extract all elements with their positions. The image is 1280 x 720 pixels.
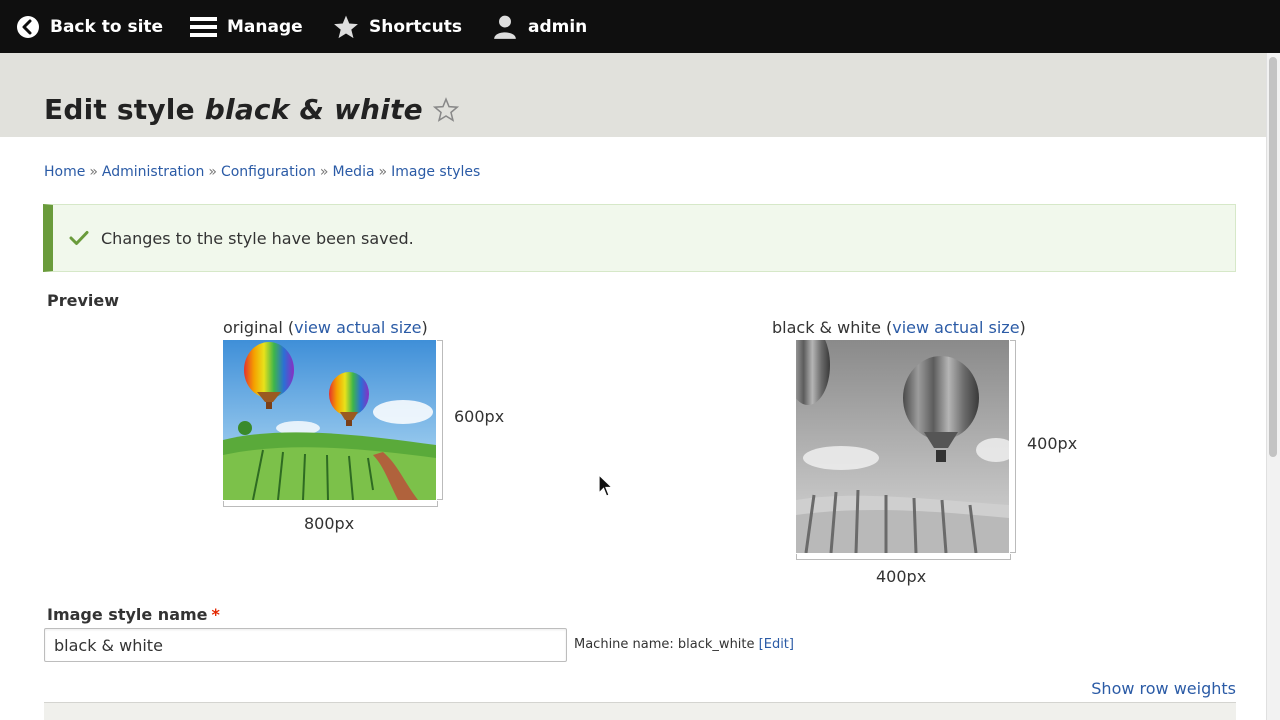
breadcrumb-separator: »	[319, 164, 329, 180]
machine-name: Machine name: black_white [Edit]	[574, 637, 794, 652]
breadcrumb-separator: »	[208, 164, 217, 180]
page-title: Edit style black & white	[44, 93, 459, 126]
original-width-bracket	[223, 501, 438, 507]
image-style-name-label: Image style name *	[47, 605, 220, 624]
breadcrumb-configuration[interactable]: Configuration	[221, 164, 316, 180]
image-style-name-input[interactable]	[44, 628, 567, 662]
breadcrumb-separator: »	[89, 164, 98, 180]
original-height-bracket	[437, 340, 443, 500]
derivative-width-label: 400px	[876, 567, 927, 586]
derivative-caption-text: black & white	[772, 318, 881, 337]
page-title-style-name: black & white	[204, 93, 423, 126]
machine-name-text: Machine name: black_white	[574, 637, 755, 652]
star-icon	[333, 14, 359, 40]
required-marker: *	[211, 605, 220, 624]
original-caption-text: original	[223, 318, 283, 337]
status-message-text: Changes to the style have been saved.	[101, 228, 414, 248]
breadcrumb-separator: »	[378, 164, 388, 180]
manage-menu-button[interactable]: Manage	[190, 0, 303, 53]
manage-label: Manage	[227, 16, 303, 37]
derivative-height-label: 400px	[1027, 434, 1078, 453]
admin-toolbar: Back to site Manage Shortcuts admin	[0, 0, 1280, 53]
derivative-view-actual-size-link[interactable]: view actual size	[892, 318, 1019, 337]
original-preview-image[interactable]	[223, 340, 436, 500]
breadcrumb: Home» Administration» Configuration» Media»…	[44, 164, 480, 180]
mouse-cursor-icon	[598, 473, 614, 502]
page-scrollbar[interactable]	[1266, 53, 1280, 720]
machine-name-edit-link[interactable]: [Edit]	[759, 637, 794, 652]
back-arrow-icon	[16, 15, 40, 39]
back-to-site-link[interactable]: Back to site	[16, 0, 163, 53]
back-to-site-label: Back to site	[50, 16, 164, 37]
checkmark-icon	[69, 230, 89, 246]
effects-table-header	[44, 702, 1236, 720]
status-message: Changes to the style have been saved.	[43, 204, 1236, 272]
user-icon	[492, 14, 518, 40]
breadcrumb-home[interactable]: Home	[44, 164, 85, 180]
breadcrumb-media[interactable]: Media	[332, 164, 374, 180]
user-label: admin	[528, 16, 588, 37]
user-menu-button[interactable]: admin	[492, 0, 587, 53]
image-style-name-label-text: Image style name	[47, 605, 208, 624]
breadcrumb-administration[interactable]: Administration	[102, 164, 204, 180]
shortcuts-menu-button[interactable]: Shortcuts	[333, 0, 462, 53]
original-view-actual-size-link[interactable]: view actual size	[294, 318, 421, 337]
shortcuts-label: Shortcuts	[369, 16, 462, 37]
original-width-label: 800px	[304, 514, 355, 533]
hamburger-icon	[190, 15, 217, 39]
derivative-preview-image[interactable]	[796, 340, 1009, 553]
derivative-width-bracket	[796, 554, 1011, 560]
preview-label: Preview	[47, 291, 120, 310]
original-height-label: 600px	[454, 407, 505, 426]
page-header: Edit style black & white	[0, 53, 1266, 137]
derivative-height-bracket	[1010, 340, 1016, 553]
original-preview-caption: original (view actual size)	[223, 318, 428, 337]
show-row-weights-link[interactable]: Show row weights	[1091, 679, 1236, 698]
scrollbar-thumb[interactable]	[1269, 57, 1277, 457]
derivative-preview-caption: black & white (view actual size)	[772, 318, 1026, 337]
breadcrumb-image-styles[interactable]: Image styles	[391, 164, 480, 180]
star-outline-icon[interactable]	[432, 96, 459, 123]
page-title-prefix: Edit style	[44, 93, 195, 126]
